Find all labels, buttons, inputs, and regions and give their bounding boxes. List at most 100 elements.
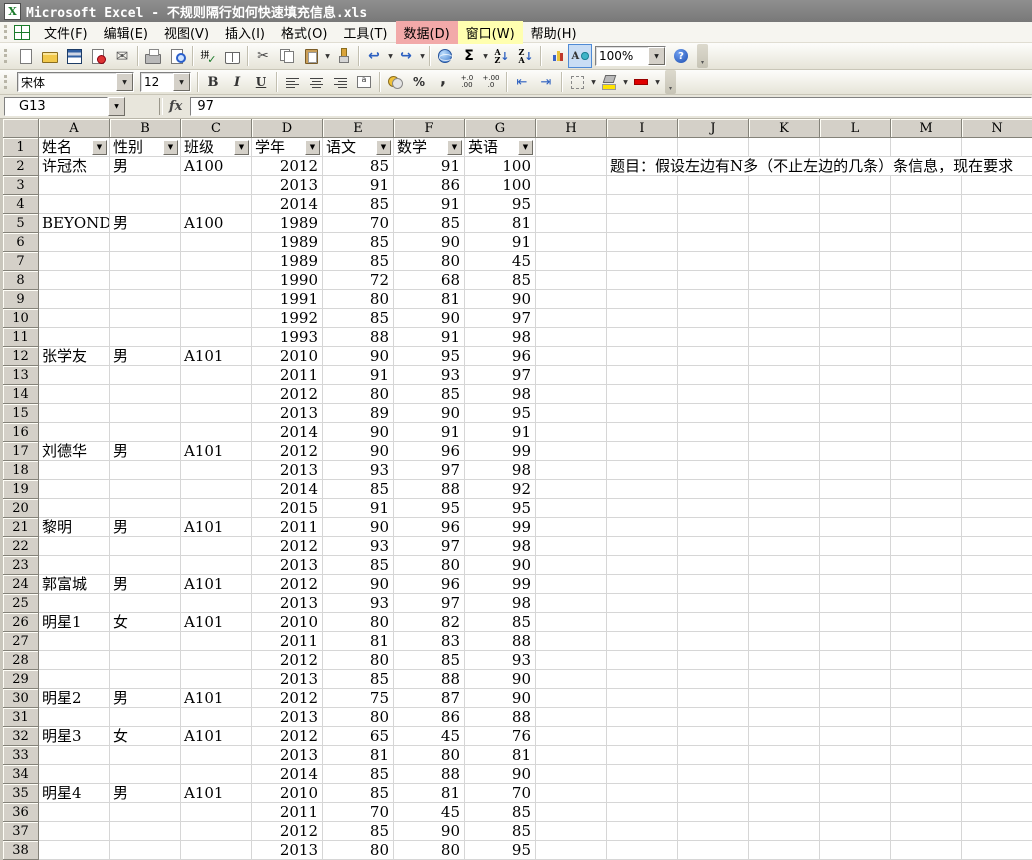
cell-L7[interactable] [820, 252, 891, 271]
row-header-13[interactable]: 13 [3, 366, 39, 385]
cell-N3[interactable] [962, 176, 1032, 195]
cell-B25[interactable] [110, 594, 181, 613]
cell-E12[interactable]: 90 [323, 347, 394, 366]
row-header-17[interactable]: 17 [3, 442, 39, 461]
cell-L29[interactable] [820, 670, 891, 689]
cell-J3[interactable] [678, 176, 749, 195]
cell-F2[interactable]: 91 [394, 157, 465, 176]
cell-C9[interactable] [181, 290, 252, 309]
cell-A28[interactable] [39, 651, 110, 670]
cell-N34[interactable] [962, 765, 1032, 784]
cell-D4[interactable]: 2014 [252, 195, 323, 214]
cell-M14[interactable] [891, 385, 962, 404]
menu-item-edit[interactable]: 编辑(E) [96, 21, 156, 44]
cell-L10[interactable] [820, 309, 891, 328]
cell-K10[interactable] [749, 309, 820, 328]
cell-F22[interactable]: 97 [394, 537, 465, 556]
row-header-12[interactable]: 12 [3, 347, 39, 366]
cell-A14[interactable] [39, 385, 110, 404]
cell-C2[interactable]: A100 [181, 157, 252, 176]
cell-D28[interactable]: 2012 [252, 651, 323, 670]
cell-K37[interactable] [749, 822, 820, 841]
cell-C38[interactable] [181, 841, 252, 860]
cell-E37[interactable]: 85 [323, 822, 394, 841]
menu-item-view[interactable]: 视图(V) [156, 21, 217, 44]
cell-E18[interactable]: 93 [323, 461, 394, 480]
decrease-decimal-button[interactable] [479, 70, 503, 94]
cell-N23[interactable] [962, 556, 1032, 575]
sort-desc-button[interactable]: ↓ [513, 44, 537, 68]
cell-L16[interactable] [820, 423, 891, 442]
cell-N35[interactable] [962, 784, 1032, 803]
cell-M20[interactable] [891, 499, 962, 518]
cell-D26[interactable]: 2010 [252, 613, 323, 632]
print-button[interactable] [141, 44, 165, 68]
cell-L30[interactable] [820, 689, 891, 708]
menu-item-insert[interactable]: 插入(I) [217, 21, 273, 44]
cell-I22[interactable] [607, 537, 678, 556]
format-painter-button[interactable] [331, 44, 355, 68]
cell-J38[interactable] [678, 841, 749, 860]
cell-C8[interactable] [181, 271, 252, 290]
cell-F28[interactable]: 85 [394, 651, 465, 670]
save-button[interactable] [62, 44, 86, 68]
cell-B11[interactable] [110, 328, 181, 347]
cell-C17[interactable]: A101 [181, 442, 252, 461]
cell-M7[interactable] [891, 252, 962, 271]
cell-G24[interactable]: 99 [465, 575, 536, 594]
menu-item-format[interactable]: 格式(O) [273, 21, 335, 44]
cell-G6[interactable]: 91 [465, 233, 536, 252]
cell-B23[interactable] [110, 556, 181, 575]
cell-E38[interactable]: 80 [323, 841, 394, 860]
cell-E29[interactable]: 85 [323, 670, 394, 689]
cell-L22[interactable] [820, 537, 891, 556]
cell-B8[interactable] [110, 271, 181, 290]
font-name-combo-dropdown-icon[interactable]: ▼ [116, 73, 133, 91]
cell-D17[interactable]: 2012 [252, 442, 323, 461]
cell-G9[interactable]: 90 [465, 290, 536, 309]
cell-D33[interactable]: 2013 [252, 746, 323, 765]
chart-wizard-button[interactable] [544, 44, 568, 68]
cell-H38[interactable] [536, 841, 607, 860]
cell-D14[interactable]: 2012 [252, 385, 323, 404]
cell-N26[interactable] [962, 613, 1032, 632]
cell-D12[interactable]: 2010 [252, 347, 323, 366]
cell-D27[interactable]: 2011 [252, 632, 323, 651]
cell-A29[interactable] [39, 670, 110, 689]
underline-button[interactable]: U [249, 70, 273, 94]
cell-J13[interactable] [678, 366, 749, 385]
cell-E20[interactable]: 91 [323, 499, 394, 518]
cell-A4[interactable] [39, 195, 110, 214]
cell-L35[interactable] [820, 784, 891, 803]
cell-H24[interactable] [536, 575, 607, 594]
cell-A13[interactable] [39, 366, 110, 385]
column-header-A[interactable]: A [39, 119, 110, 138]
cell-F5[interactable]: 85 [394, 214, 465, 233]
cell-M30[interactable] [891, 689, 962, 708]
cell-H36[interactable] [536, 803, 607, 822]
cell-D32[interactable]: 2012 [252, 727, 323, 746]
cell-H30[interactable] [536, 689, 607, 708]
cell-M21[interactable] [891, 518, 962, 537]
cell-L8[interactable] [820, 271, 891, 290]
cell-F34[interactable]: 88 [394, 765, 465, 784]
cell-E26[interactable]: 80 [323, 613, 394, 632]
cell-L14[interactable] [820, 385, 891, 404]
cell-A32[interactable]: 明星3 [39, 727, 110, 746]
cell-A23[interactable] [39, 556, 110, 575]
row-header-8[interactable]: 8 [3, 271, 39, 290]
cell-L32[interactable] [820, 727, 891, 746]
row-header-28[interactable]: 28 [3, 651, 39, 670]
cell-M31[interactable] [891, 708, 962, 727]
cell-M38[interactable] [891, 841, 962, 860]
cell-H15[interactable] [536, 404, 607, 423]
dropdown-arrow-icon[interactable]: ▼ [419, 53, 426, 60]
cell-L18[interactable] [820, 461, 891, 480]
cell-N17[interactable] [962, 442, 1032, 461]
cell-G29[interactable]: 90 [465, 670, 536, 689]
decrease-indent-button[interactable]: ⇤ [510, 70, 534, 94]
cell-I26[interactable] [607, 613, 678, 632]
cell-A31[interactable] [39, 708, 110, 727]
cell-C36[interactable] [181, 803, 252, 822]
row-header-10[interactable]: 10 [3, 309, 39, 328]
